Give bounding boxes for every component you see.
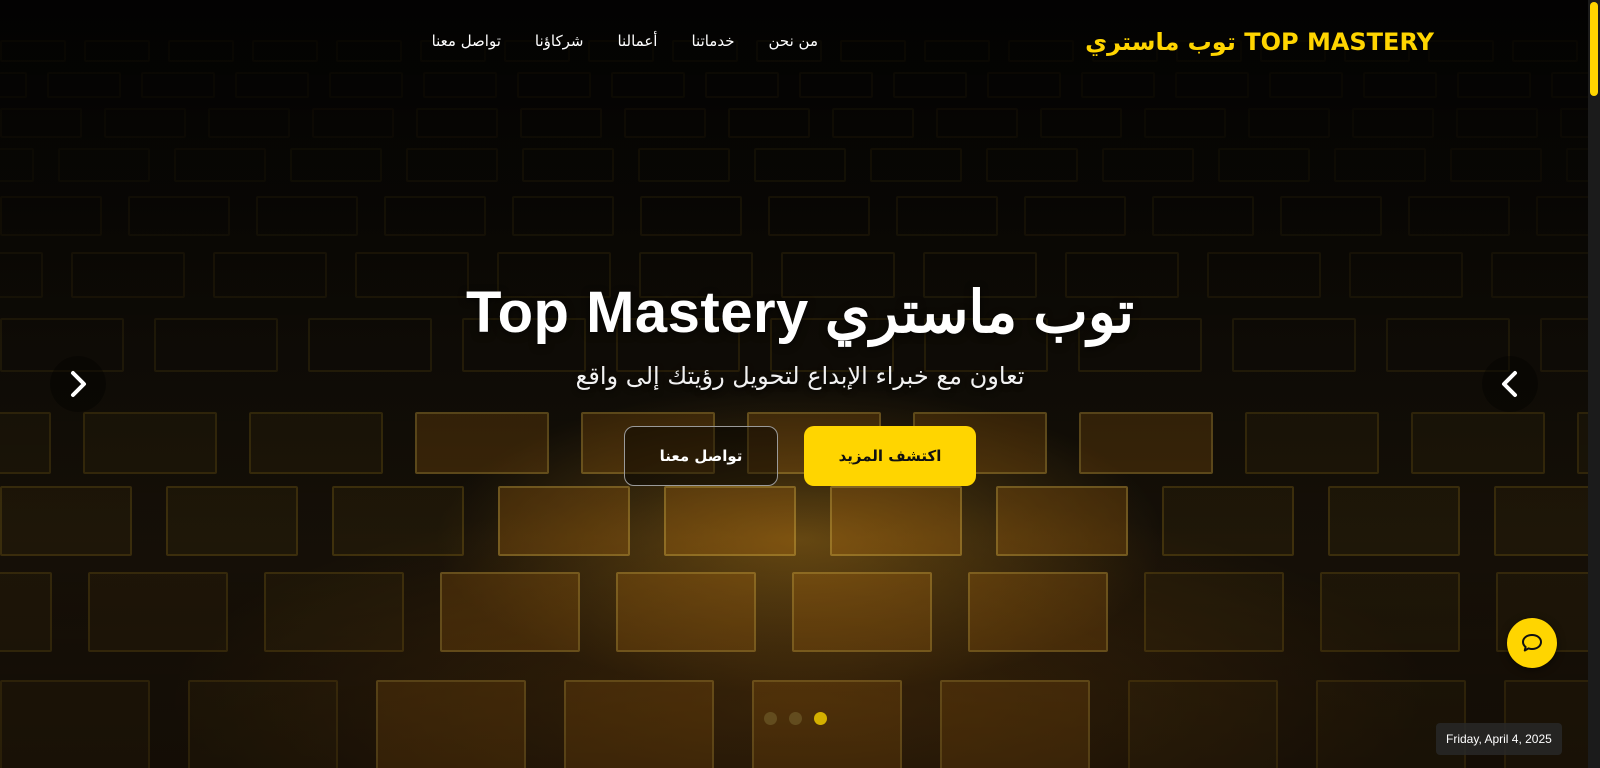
carousel-dot[interactable] [789, 712, 802, 725]
nav-link-partners[interactable]: شركاؤنا [535, 32, 584, 50]
discover-more-button[interactable]: اكتشف المزيد [804, 426, 976, 486]
carousel-indicators [764, 712, 827, 725]
nav-link-about[interactable]: من نحن [769, 32, 819, 50]
hero-title: توب ماستري Top Mastery [465, 280, 1134, 345]
nav-link-contact[interactable]: تواصل معنا [432, 32, 501, 50]
brand-logo[interactable]: TOP MASTERY توب ماستري [1085, 28, 1434, 56]
nav-links: من نحن خدماتنا أعمالنا شركاؤنا تواصل معن… [432, 32, 818, 50]
hero-subtitle: تعاون مع خبراء الإبداع لتحويل رؤيتك إلى … [575, 362, 1025, 390]
carousel-dot-active[interactable] [814, 712, 827, 725]
chevron-left-icon [1502, 371, 1517, 397]
chevron-right-icon [71, 371, 86, 397]
scrollbar-thumb[interactable] [1590, 2, 1598, 96]
contact-us-button[interactable]: تواصل معنا [624, 426, 778, 486]
carousel-dot[interactable] [764, 712, 777, 725]
carousel-prev-button[interactable] [50, 356, 106, 412]
nav-link-portfolio[interactable]: أعمالنا [617, 32, 657, 50]
nav-link-services[interactable]: خدماتنا [691, 32, 734, 50]
chat-bubble-icon [1522, 634, 1542, 652]
navbar: TOP MASTERY توب ماستري من نحن خدماتنا أع… [0, 0, 1588, 88]
hero-content: توب ماستري Top Mastery تعاون مع خبراء ال… [300, 278, 1300, 486]
hero-section: TOP MASTERY توب ماستري من نحن خدماتنا أع… [0, 0, 1588, 768]
date-badge: Friday, April 4, 2025 [1436, 723, 1562, 755]
chat-button[interactable] [1507, 618, 1557, 668]
page-scrollbar[interactable] [1588, 0, 1600, 768]
hero-buttons: اكتشف المزيد تواصل معنا [300, 426, 1300, 486]
carousel-next-button[interactable] [1482, 356, 1538, 412]
